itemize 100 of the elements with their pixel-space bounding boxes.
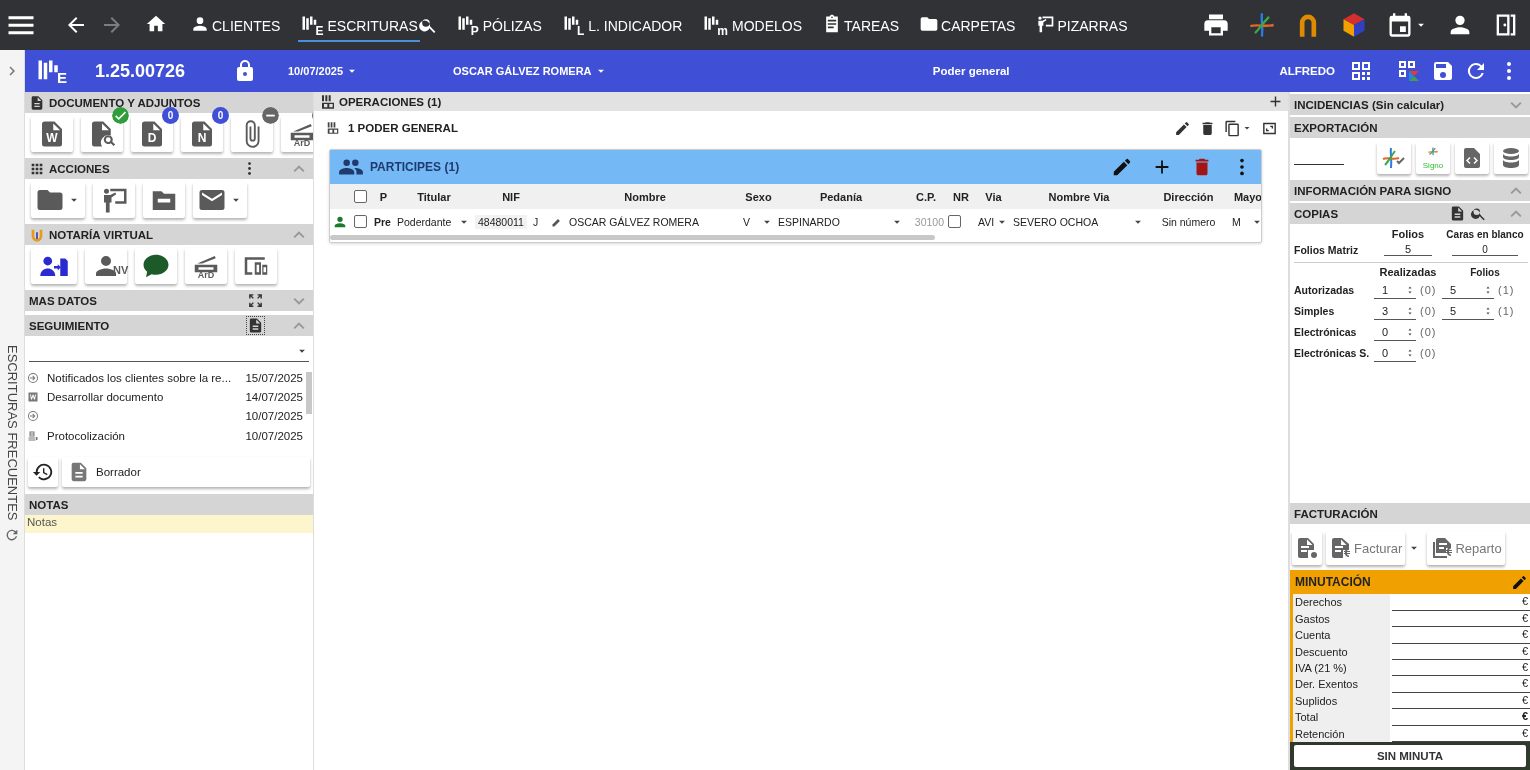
task-text[interactable]: Desarrollar documento [47, 390, 229, 403]
amount-field[interactable]: € [1392, 676, 1530, 693]
document-button[interactable] [1292, 531, 1322, 566]
scrollbar-thumb[interactable] [306, 372, 312, 414]
code-doc-button[interactable] [1455, 142, 1489, 174]
column-header[interactable]: Pedanía [819, 190, 863, 203]
mail-button[interactable] [193, 182, 247, 218]
number-spinner[interactable]: 5 [1442, 302, 1494, 320]
dropdown-field[interactable]: ESPINARDO [778, 214, 904, 229]
fullscreen-icon[interactable] [247, 292, 264, 309]
amount-field[interactable]: € [1392, 594, 1530, 611]
minus-badge [262, 107, 279, 124]
client-dropdown[interactable]: OSCAR GÁLVEZ ROMERA [453, 64, 753, 78]
history-button[interactable] [28, 457, 58, 487]
column-header[interactable]: Dirección [1163, 190, 1214, 203]
scanner-button[interactable]: ArD [185, 248, 227, 284]
nav-tab[interactable]: CLIENTES [188, 8, 283, 42]
number-spinner[interactable]: 3 [1374, 302, 1416, 320]
column-header[interactable]: Nombre [624, 190, 666, 203]
column-header[interactable]: NR [953, 190, 969, 203]
nav-tab[interactable]: TAREAS [820, 8, 901, 42]
amount-field[interactable]: € [1392, 627, 1530, 644]
number-spinner[interactable]: 1 [1374, 281, 1416, 299]
table-cell: Pre [374, 215, 391, 228]
file-box-button[interactable] [143, 182, 185, 218]
amount-field[interactable]: € [1392, 643, 1530, 661]
person-doc-button[interactable] [31, 248, 77, 284]
nav-tab[interactable]: PIZARRAS [1033, 8, 1130, 42]
document-title: Poder general [931, 65, 1011, 77]
column-header[interactable]: Mayo [1233, 190, 1261, 203]
cross-logo-icon[interactable] [1248, 11, 1276, 39]
edit-icon[interactable] [1174, 119, 1191, 137]
draft-button[interactable]: Borrador [62, 457, 310, 487]
split-button[interactable]: Reparto [1427, 531, 1505, 566]
task-text[interactable]: Notificados los clientes sobre la re... [47, 371, 232, 384]
dropdown-field[interactable]: AVI [978, 214, 1009, 229]
column-header[interactable]: Sexo [745, 190, 772, 203]
fee-label: Cuenta [1293, 627, 1390, 644]
dropdown-field[interactable]: SEVERO OCHOA [1013, 214, 1145, 229]
nav-tab[interactable]: m MODELOS [700, 8, 805, 42]
amount-field[interactable]: € [1392, 660, 1530, 677]
number-field[interactable]: 5 [1384, 243, 1432, 256]
date-dropdown[interactable]: 10/07/2025 [288, 64, 453, 78]
no-fee-button[interactable]: SIN MINUTA [1294, 745, 1526, 767]
doc-search-button[interactable] [81, 116, 123, 152]
presenter-icon [1035, 14, 1056, 34]
nav-tab[interactable]: E ESCRITURAS [298, 8, 420, 42]
dropdown-field[interactable]: M [1232, 214, 1261, 229]
document-icon[interactable] [1449, 205, 1466, 222]
task-date: 10/07/2025 [244, 429, 303, 442]
scrollbar-thumb[interactable] [330, 235, 935, 240]
save-icon[interactable] [1431, 59, 1455, 83]
amount-field[interactable]: € [1392, 610, 1530, 628]
side-tab[interactable]: ESCRITURAS FRECUENTES [4, 345, 20, 521]
amount-field[interactable]: € [1392, 709, 1530, 726]
nav-tab[interactable]: P PÓLIZAS [453, 8, 544, 42]
number-spinner[interactable]: 5 [1442, 281, 1494, 299]
dropdown-field[interactable]: Poderdante [397, 214, 471, 229]
fee-label: IVA (21 %) [1293, 660, 1390, 677]
table-cell: J [532, 215, 539, 228]
task-text[interactable]: Protocolización [47, 429, 229, 442]
column-header[interactable]: NIF [502, 190, 520, 203]
invoice-button[interactable]: Facturar [1326, 531, 1406, 566]
column-header[interactable]: Titular [417, 190, 451, 203]
edit-icon[interactable] [1111, 156, 1133, 178]
column-header[interactable]: Via [985, 190, 1002, 203]
row-checkbox[interactable] [948, 215, 961, 228]
number-field[interactable]: 0 [1452, 243, 1518, 256]
number-spinner[interactable]: 0 [1374, 323, 1416, 341]
nav-tab[interactable]: CARPETAS [917, 8, 1018, 42]
signo-check-button[interactable] [1377, 142, 1411, 174]
document-icon[interactable] [247, 317, 264, 334]
qr-code-icon[interactable] [1349, 59, 1373, 83]
nif-field[interactable]: 48480011 [475, 214, 527, 229]
notes-field[interactable]: Notas [25, 515, 313, 533]
nav-tab[interactable]: L L. INDICADOR [559, 8, 685, 42]
section-title: EXPORTACIÓN [1294, 121, 1378, 134]
number-spinner[interactable]: 0 [1374, 344, 1416, 362]
colored-qr-icon[interactable] [1397, 59, 1421, 83]
chat-button[interactable] [135, 248, 177, 284]
copy-icon[interactable] [1224, 119, 1241, 137]
column-header[interactable]: P [379, 190, 388, 203]
presenter-button[interactable] [93, 182, 135, 218]
select-all-checkbox[interactable] [354, 190, 367, 203]
person-button[interactable]: NV [85, 248, 127, 284]
user-name: ALFREDO [1279, 65, 1335, 77]
database-button[interactable] [1494, 142, 1528, 174]
row-checkbox[interactable] [354, 215, 367, 228]
edit-icon[interactable] [1511, 574, 1528, 591]
clip-button[interactable] [231, 116, 273, 152]
dropdown-field[interactable]: V [743, 214, 774, 229]
column-header[interactable]: C.P. [916, 190, 936, 203]
column-header: Realizadas [1378, 266, 1438, 278]
scanner-button[interactable]: ArD [281, 116, 313, 152]
column-header[interactable]: Nombre Via [1048, 190, 1110, 203]
amount-field[interactable]: € [1392, 692, 1530, 710]
column-header: Caras en blanco [1445, 228, 1525, 240]
devices-button[interactable] [235, 248, 277, 284]
doc-button[interactable]: W [31, 116, 73, 152]
folder-button[interactable] [31, 182, 85, 218]
